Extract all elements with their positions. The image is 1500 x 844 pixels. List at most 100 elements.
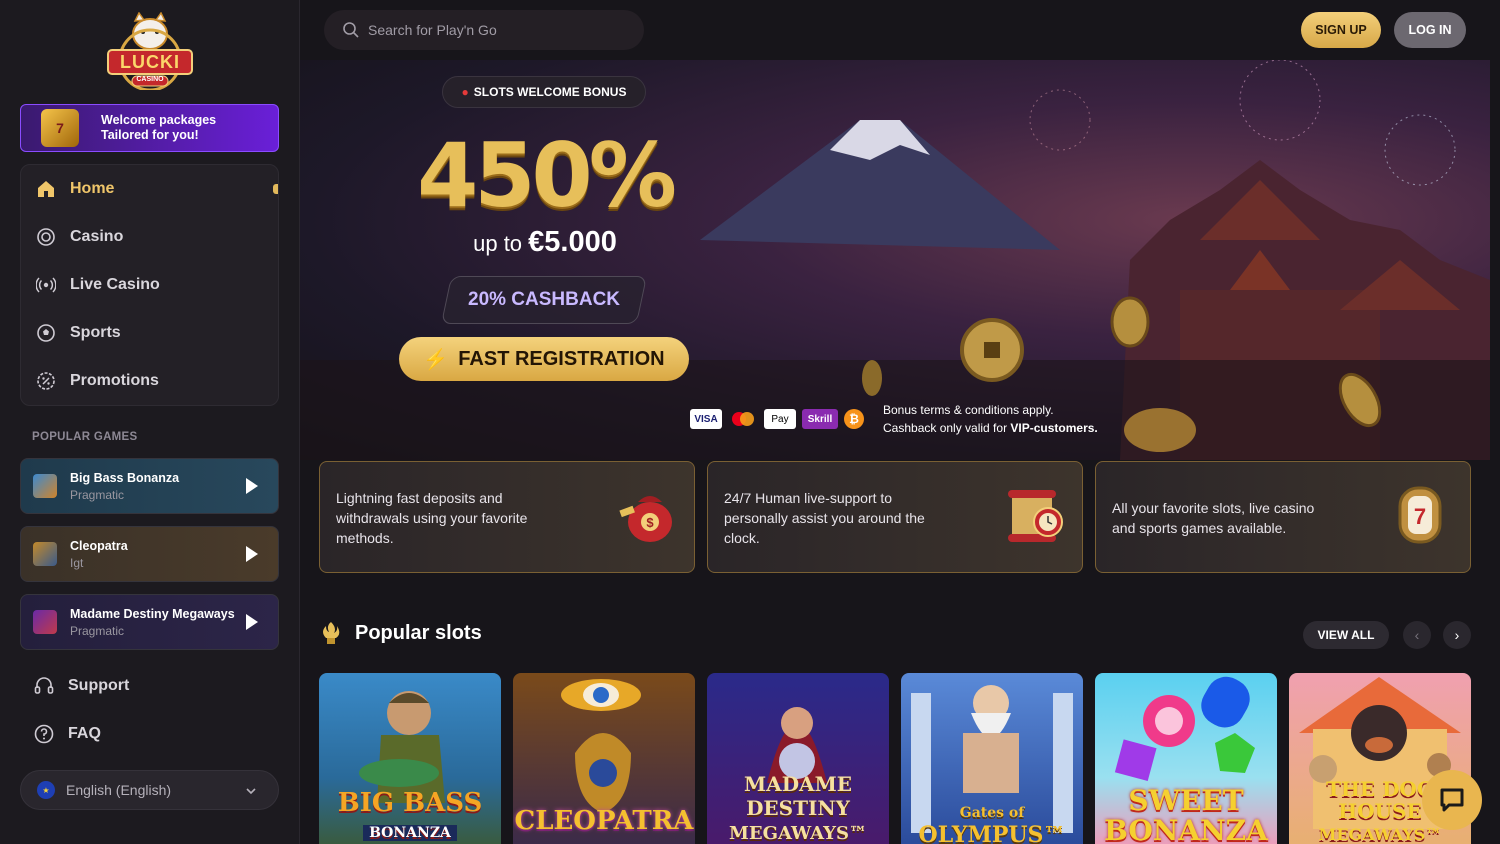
play-icon[interactable] — [246, 478, 258, 494]
play-icon[interactable] — [246, 546, 258, 562]
language-selector[interactable]: ★ English (English) — [20, 770, 279, 810]
slot-tile-big-bass-bonanza[interactable]: BIG BASS BONANZA — [319, 673, 501, 844]
slot-subtitle: MEGAWAYS™ — [728, 823, 868, 844]
bitcoin-icon: ₿ — [844, 409, 864, 429]
feature-text: All your favorite slots, live casino and… — [1112, 500, 1315, 536]
nav-item-sports[interactable]: Sports — [21, 313, 278, 353]
flame-torch-icon — [323, 622, 340, 644]
upto-amount: €5.000 — [528, 226, 617, 258]
apple-pay-icon: Pay — [764, 409, 796, 429]
play-icon[interactable] — [246, 614, 258, 630]
fast-registration-button[interactable]: ⚡ FAST REGISTRATION — [399, 337, 689, 381]
welcome-subtitle: Tailored for you! — [101, 128, 199, 142]
feature-card-deposits: Lightning fast deposits and withdrawals … — [319, 461, 695, 573]
soccer-ball-icon — [37, 324, 55, 342]
slot-title-line1: BIG BASS — [337, 788, 483, 818]
nav-label-live-casino: Live Casino — [70, 276, 160, 293]
eu-flag-icon: ★ — [37, 781, 55, 799]
chevron-right-icon: › — [1454, 627, 1460, 643]
fast-registration-label: FAST REGISTRATION — [458, 347, 665, 370]
nav-item-promotions[interactable]: Promotions — [21, 361, 278, 401]
skrill-icon: Skrill — [802, 409, 838, 429]
lightning-icon: ⚡ — [423, 348, 449, 371]
main-nav: Home Casino Live Casino Sports Promotion… — [20, 164, 279, 406]
popular-game-card[interactable]: Big Bass Bonanza Pragmatic — [20, 458, 279, 514]
visa-icon: VISA — [690, 409, 722, 429]
faq-link[interactable]: FAQ — [33, 719, 101, 749]
logo-subtext: CASINO — [136, 76, 164, 83]
feature-text: 24/7 Human live-support to personally as… — [724, 490, 925, 546]
headset-icon — [34, 677, 54, 694]
popular-game-card[interactable]: Madame Destiny Megaways Pragmatic — [20, 594, 279, 650]
bonus-terms: Bonus terms & conditions apply. Cashback… — [883, 401, 1098, 437]
sidebar: LUCKI CASINO 7 Welcome packages Tailored… — [0, 0, 300, 844]
search-placeholder: Search for Play'n Go — [368, 22, 497, 38]
hero-banner[interactable]: ● SLOTS WELCOME BONUS 450% up to €5.000 … — [300, 60, 1490, 460]
money-bag-icon: $ — [619, 496, 672, 542]
slot-tile-cleopatra[interactable]: CLEOPATRA — [513, 673, 695, 844]
slot-subtitle: OLYMPUS™ — [918, 822, 1066, 844]
welcome-packages-banner[interactable]: 7 Welcome packages Tailored for you! — [20, 104, 279, 152]
slot-tile-madame-destiny[interactable]: MADAME DESTINY MEGAWAYS™ — [707, 673, 889, 844]
slot-tile-sweet-bonanza[interactable]: SWEET BONANZA — [1095, 673, 1277, 844]
popular-slots-heading: Popular slots — [320, 620, 482, 646]
badge-label: SLOTS WELCOME BONUS — [473, 85, 627, 99]
bonus-up-to: up to €5.000 — [400, 226, 690, 259]
nav-item-casino[interactable]: Casino — [21, 217, 278, 257]
slots-welcome-bonus-badge: ● SLOTS WELCOME BONUS — [442, 76, 646, 108]
faq-label: FAQ — [68, 725, 101, 742]
slot-title: CLEOPATRA — [514, 806, 694, 836]
chevron-left-icon: ‹ — [1414, 627, 1420, 643]
slot-title-line1: SWEET — [1128, 784, 1244, 817]
slot-subtitle: BONANZA — [363, 825, 457, 841]
terms-line-1: Bonus terms & conditions apply. — [883, 403, 1054, 417]
feature-card-games: All your favorite slots, live casino and… — [1095, 461, 1471, 573]
slot-title-line1: MADAME DESTINY — [744, 772, 852, 820]
apple-pay-label: Pay — [771, 413, 789, 425]
chat-bubble-icon — [1440, 788, 1464, 812]
nav-item-home[interactable]: Home — [21, 169, 278, 209]
slot-subtitle: BONANZA — [1104, 814, 1268, 844]
game-thumbnail — [33, 610, 57, 634]
question-circle-icon — [34, 724, 54, 744]
nav-label-sports: Sports — [70, 324, 121, 341]
app-root: LUCKI CASINO 7 Welcome packages Tailored… — [0, 0, 1500, 844]
slot-777-icon: 7 — [41, 109, 79, 147]
slot-title: Gates of OLYMPUS™ — [901, 799, 1083, 844]
sign-up-button[interactable]: SIGN UP — [1301, 12, 1381, 48]
slot-title: BIG BASS BONANZA — [319, 790, 501, 844]
carousel-prev-button[interactable]: ‹ — [1403, 621, 1431, 649]
payment-methods: VISA Pay Skrill ₿ — [690, 409, 864, 429]
welcome-title: Welcome packages — [101, 113, 217, 127]
upto-prefix: up to — [473, 231, 523, 256]
nav-label-home: Home — [70, 180, 115, 197]
lucki-logo[interactable]: LUCKI CASINO — [106, 11, 194, 92]
game-provider: Pragmatic — [70, 487, 125, 502]
game-provider: Igt — [70, 555, 84, 570]
view-all-button[interactable]: VIEW ALL — [1303, 621, 1389, 649]
live-broadcast-icon — [36, 277, 56, 293]
slot-tile-gates-of-olympus[interactable]: Gates of OLYMPUS™ — [901, 673, 1083, 844]
bonus-percent: 450% — [417, 124, 677, 227]
terms-vip: VIP-customers. — [1010, 421, 1098, 435]
cashback-badge: 20% CASHBACK — [440, 276, 648, 324]
terms-line-2: Cashback only valid for — [883, 421, 1011, 435]
nav-item-live-casino[interactable]: Live Casino — [21, 265, 278, 305]
search-input[interactable]: Search for Play'n Go — [324, 10, 644, 50]
hero-background-art — [300, 60, 1490, 460]
svg-text:$: $ — [646, 515, 654, 530]
slot-title: MADAME DESTINY MEGAWAYS™ — [707, 772, 889, 844]
game-name: Madame Destiny Megaways — [70, 606, 235, 621]
nav-label-promotions: Promotions — [70, 372, 159, 389]
log-in-button[interactable]: LOG IN — [1394, 12, 1466, 48]
popular-game-card[interactable]: Cleopatra Igt — [20, 526, 279, 582]
slot-title-line1: THE DOG HOUSE — [1326, 777, 1434, 823]
language-label: English (English) — [66, 782, 172, 798]
slot-title-line1: Gates of — [959, 805, 1025, 821]
support-label: Support — [68, 677, 130, 694]
chevron-down-icon — [246, 788, 256, 795]
carousel-next-button[interactable]: › — [1443, 621, 1471, 649]
live-chat-button[interactable] — [1422, 770, 1482, 830]
support-link[interactable]: Support — [33, 671, 129, 701]
search-icon — [343, 22, 359, 38]
